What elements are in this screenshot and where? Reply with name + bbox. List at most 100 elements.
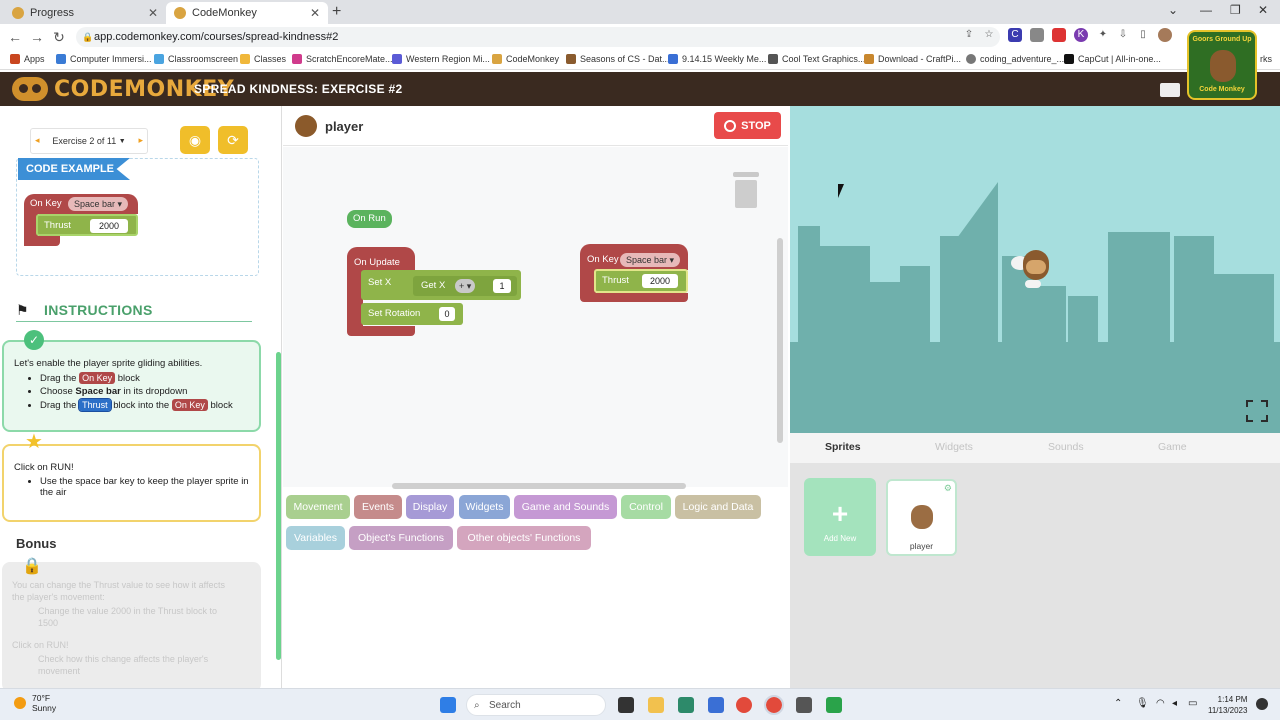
app-icon[interactable] bbox=[678, 697, 694, 713]
operand-value[interactable]: 1 bbox=[493, 279, 511, 293]
bookmark[interactable]: rks bbox=[1260, 54, 1272, 64]
sound-button[interactable]: ◉ bbox=[180, 126, 210, 154]
share-icon[interactable]: ⇪ bbox=[962, 28, 976, 42]
bookmark[interactable]: Western Region Mi... bbox=[392, 54, 490, 64]
bookmark-apps[interactable]: Apps bbox=[10, 54, 45, 64]
close-tab-icon[interactable]: ✕ bbox=[148, 6, 158, 20]
prev-exercise-icon[interactable]: ◂ bbox=[35, 135, 40, 146]
bookmark[interactable]: 9.14.15 Weekly Me... bbox=[668, 54, 766, 64]
category-other-objects-functions[interactable]: Other objects' Functions bbox=[457, 526, 591, 550]
category-control[interactable]: Control bbox=[621, 495, 671, 519]
stop-button[interactable]: STOP bbox=[714, 112, 781, 139]
new-tab-button[interactable]: + bbox=[332, 3, 341, 21]
site-info-icon[interactable]: 🔒 bbox=[82, 27, 93, 47]
file-explorer-icon[interactable] bbox=[648, 697, 664, 713]
extension-icon[interactable] bbox=[1030, 28, 1044, 42]
app-icon[interactable] bbox=[826, 697, 842, 713]
close-tab-icon[interactable]: ✕ bbox=[310, 6, 320, 20]
bookmark-icon bbox=[492, 54, 502, 64]
gear-icon[interactable]: ⚙ bbox=[944, 483, 952, 494]
category-events[interactable]: Events bbox=[354, 495, 402, 519]
side-panel-icon[interactable]: ▯ bbox=[1136, 28, 1150, 42]
on-run-block[interactable]: On Run bbox=[347, 210, 392, 228]
bookmark[interactable]: coding_adventure_... bbox=[966, 54, 1064, 64]
browser-tab-progress[interactable]: Progress ✕ bbox=[4, 2, 166, 24]
bonus-box: 🔒 You can change the Thrust value to see… bbox=[2, 558, 261, 688]
category-game-and-sounds[interactable]: Game and Sounds bbox=[514, 495, 617, 519]
add-new-sprite-button[interactable]: + Add New bbox=[804, 478, 876, 556]
download-icon[interactable]: ⇩ bbox=[1116, 28, 1130, 42]
thrust-block[interactable]: Thrust 2000 bbox=[594, 269, 688, 293]
category-logic-and-data[interactable]: Logic and Data bbox=[675, 495, 761, 519]
thrust-value[interactable]: 2000 bbox=[642, 274, 678, 288]
tab-sprites[interactable]: Sprites bbox=[825, 441, 861, 453]
reset-button[interactable]: ⟳ bbox=[218, 126, 248, 154]
taskbar-search[interactable]: ⌕ Search bbox=[466, 694, 606, 716]
set-x-block[interactable]: Set X Get X + ▾ 1 bbox=[361, 270, 521, 300]
app-icon[interactable] bbox=[796, 697, 812, 713]
trash-icon[interactable] bbox=[733, 172, 759, 208]
reload-icon[interactable]: ↻ bbox=[48, 29, 70, 46]
volume-icon[interactable]: ◂ bbox=[1172, 698, 1177, 709]
forward-icon[interactable]: → bbox=[26, 29, 48, 45]
player-sprite[interactable] bbox=[1011, 246, 1057, 290]
bookmark[interactable]: Computer Immersi... bbox=[56, 54, 152, 64]
tray-overflow-icon[interactable]: ⌃ bbox=[1114, 698, 1122, 709]
url-field[interactable]: 🔒 app.codemonkey.com/courses/spread-kind… bbox=[76, 27, 1000, 47]
tab-widgets[interactable]: Widgets bbox=[935, 441, 973, 453]
task-view-icon[interactable] bbox=[618, 697, 634, 713]
tab-game[interactable]: Game bbox=[1158, 441, 1187, 453]
instructions-scrollbar[interactable] bbox=[276, 352, 281, 660]
bookmark[interactable]: Classes bbox=[240, 54, 286, 64]
notification-icon[interactable] bbox=[1256, 698, 1268, 710]
back-icon[interactable]: ← bbox=[4, 29, 26, 45]
bookmark[interactable]: Seasons of CS - Dat... bbox=[566, 54, 670, 64]
bookmark[interactable]: Cool Text Graphics... bbox=[768, 54, 865, 64]
maximize-icon[interactable]: ❐ bbox=[1230, 3, 1241, 17]
weather-widget[interactable]: 70°F Sunny bbox=[14, 693, 56, 713]
category-movement[interactable]: Movement bbox=[286, 495, 350, 519]
microphone-icon[interactable]: 🎙 bbox=[1136, 698, 1149, 709]
category-objects-functions[interactable]: Object's Functions bbox=[349, 526, 453, 550]
bookmark[interactable]: CapCut | All-in-one... bbox=[1064, 54, 1161, 64]
get-x-expression[interactable]: Get X + ▾ 1 bbox=[413, 276, 517, 296]
app-icon[interactable] bbox=[708, 697, 724, 713]
extension-k-icon[interactable]: K bbox=[1074, 28, 1088, 42]
chat-icon[interactable] bbox=[1160, 83, 1180, 97]
next-exercise-icon[interactable]: ▸ bbox=[138, 135, 143, 146]
rotation-value[interactable]: 0 bbox=[439, 307, 455, 321]
extensions-puzzle-icon[interactable]: ✦ bbox=[1096, 28, 1110, 42]
fullscreen-icon[interactable] bbox=[1246, 400, 1268, 422]
extension-icon[interactable] bbox=[1052, 28, 1066, 42]
bookmark[interactable]: CodeMonkey bbox=[492, 54, 559, 64]
bookmark-star-icon[interactable]: ☆ bbox=[982, 28, 996, 42]
workspace-vertical-scrollbar[interactable] bbox=[777, 238, 783, 443]
category-display[interactable]: Display bbox=[406, 495, 454, 519]
operator-dropdown[interactable]: + ▾ bbox=[455, 279, 476, 293]
key-dropdown[interactable]: Space bar ▾ bbox=[620, 253, 681, 267]
sprite-card-player[interactable]: ⚙ player bbox=[886, 479, 957, 556]
profile-avatar[interactable] bbox=[1158, 28, 1172, 42]
chrome-active-icon[interactable] bbox=[764, 695, 784, 715]
category-widgets[interactable]: Widgets bbox=[459, 495, 510, 519]
battery-icon[interactable]: ▭ bbox=[1188, 698, 1197, 709]
extension-c-icon[interactable]: C bbox=[1008, 28, 1022, 42]
bookmark[interactable]: ScratchEncoreMate... bbox=[292, 54, 393, 64]
category-variables[interactable]: Variables bbox=[286, 526, 345, 550]
close-window-icon[interactable]: ✕ bbox=[1258, 3, 1268, 17]
windows-start-icon[interactable] bbox=[440, 697, 456, 713]
on-key-block[interactable]: On Key Space bar ▾ bbox=[580, 244, 688, 270]
workspace-horizontal-scrollbar[interactable] bbox=[392, 483, 686, 489]
chrome-icon[interactable] bbox=[736, 697, 752, 713]
exercise-selector[interactable]: ◂ Exercise 2 of 11 ▼ ▸ bbox=[30, 128, 148, 154]
bookmark[interactable]: Download - CraftPi... bbox=[864, 54, 961, 64]
browser-tab-codemonkey[interactable]: CodeMonkey ✕ bbox=[166, 2, 328, 24]
minimize-icon[interactable]: — bbox=[1200, 3, 1212, 17]
bookmark[interactable]: Classroomscreen bbox=[154, 54, 238, 64]
set-rotation-block[interactable]: Set Rotation 0 bbox=[361, 303, 463, 325]
on-update-block[interactable]: On Update bbox=[347, 247, 415, 271]
system-clock[interactable]: 1:14 PM 11/13/2023 bbox=[1208, 694, 1247, 716]
tab-sounds[interactable]: Sounds bbox=[1048, 441, 1084, 453]
wifi-icon[interactable]: ◠ bbox=[1156, 698, 1165, 709]
tab-search-icon[interactable]: ⌄ bbox=[1168, 3, 1178, 17]
